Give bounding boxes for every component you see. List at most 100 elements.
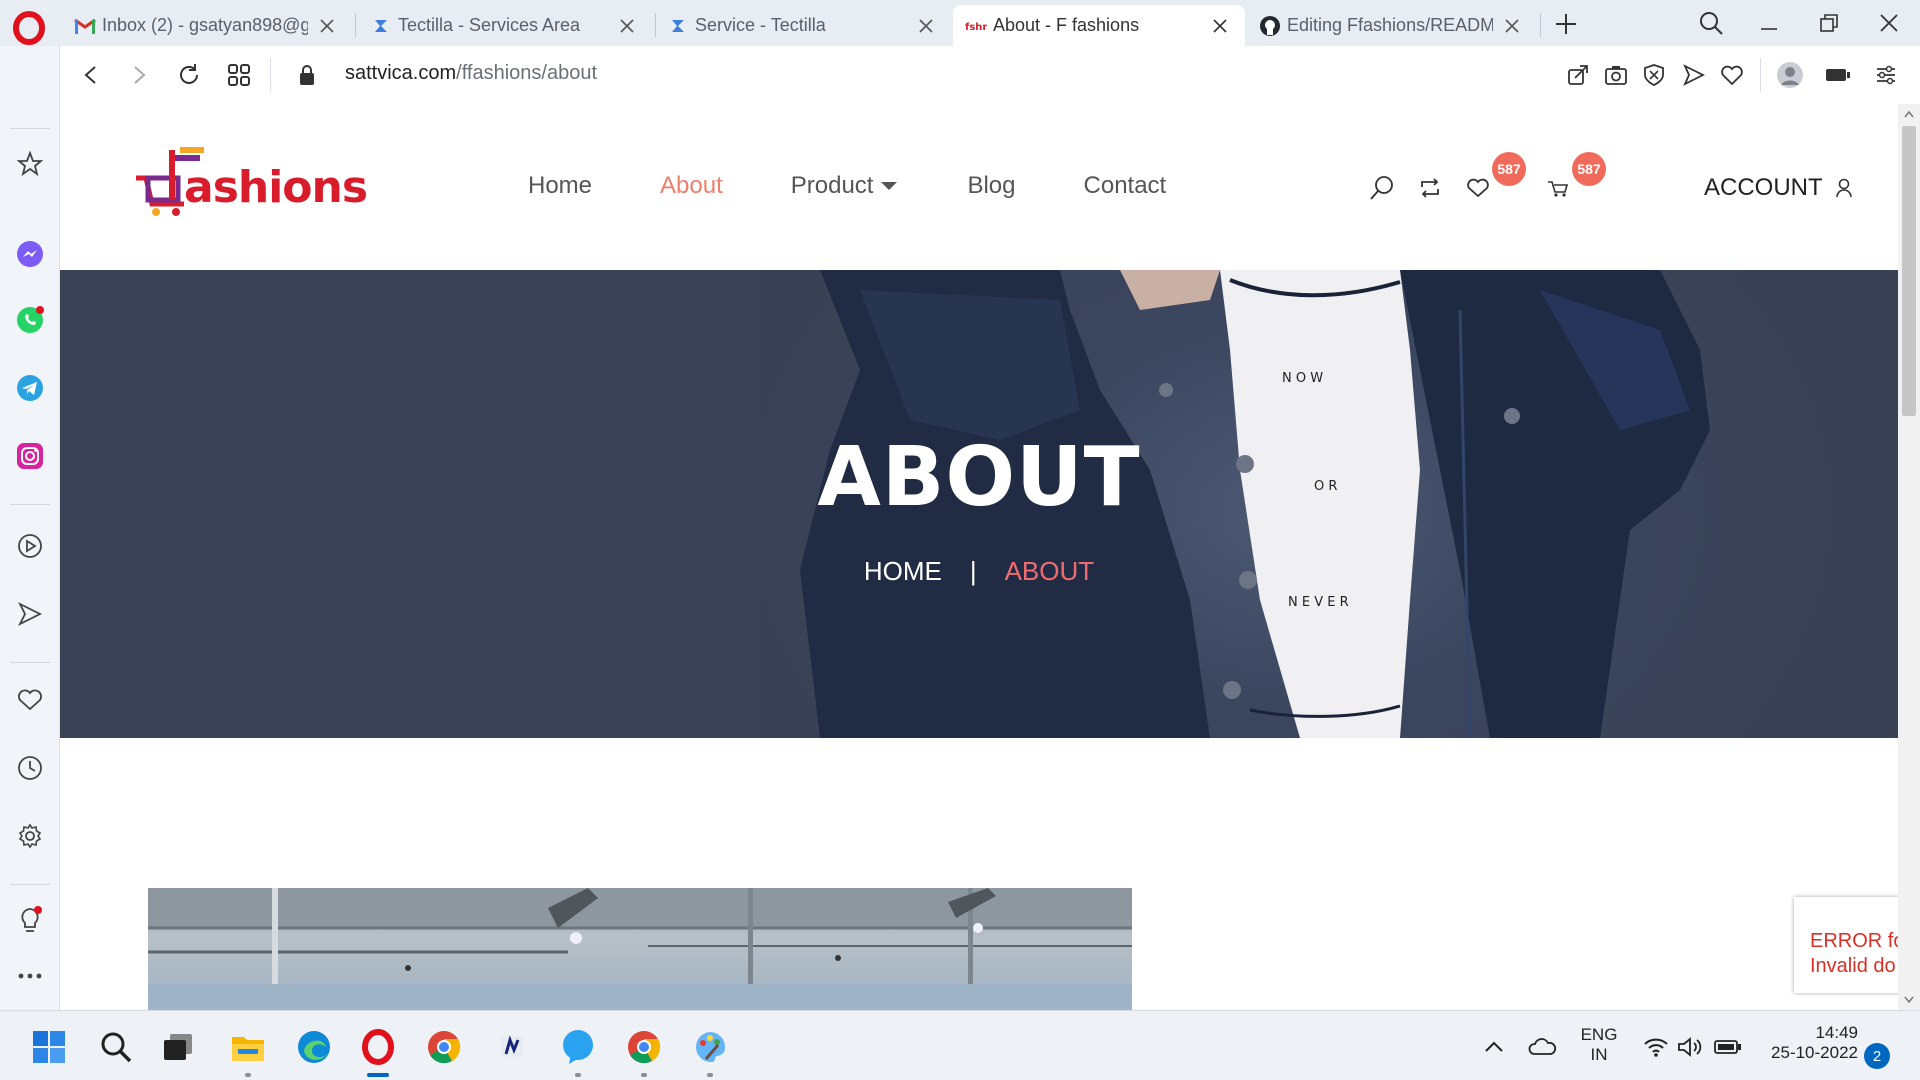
nav-contact[interactable]: Contact <box>1084 172 1167 200</box>
opera-taskbar-icon[interactable] <box>358 1027 398 1067</box>
tab-tectilla-service[interactable]: Service - Tectilla <box>655 5 951 46</box>
close-icon[interactable] <box>915 15 937 37</box>
url-field[interactable]: sattvica.com/ffashions/about <box>345 62 597 85</box>
back-icon[interactable] <box>76 60 106 90</box>
url-host: sattvica.com <box>345 62 457 84</box>
profile-avatar-icon[interactable] <box>1776 61 1804 89</box>
active-app-indicator <box>367 1073 389 1077</box>
reload-icon[interactable] <box>174 60 204 90</box>
history-clock-icon[interactable] <box>14 752 46 784</box>
scroll-up-arrow-icon[interactable] <box>1903 108 1915 120</box>
notification-count-badge[interactable]: 2 <box>1864 1043 1890 1069</box>
gmail-icon <box>74 15 96 37</box>
user-icon <box>1835 178 1852 198</box>
restore-icon[interactable] <box>1814 8 1844 38</box>
main-nav: Home About Product Blog Contact <box>528 172 1234 200</box>
windows-start-icon[interactable] <box>29 1027 69 1067</box>
ffashions-logo[interactable]: ashions <box>134 142 368 222</box>
running-indicator <box>707 1073 713 1077</box>
instagram-icon[interactable] <box>14 440 46 472</box>
hero-title: ABOUT <box>817 430 1141 525</box>
app-tile-icon[interactable] <box>492 1027 532 1067</box>
flow-send-icon[interactable] <box>14 598 46 630</box>
tab-search-icon[interactable] <box>1696 8 1726 38</box>
bookmark-heart-icon[interactable] <box>1718 61 1746 89</box>
ffashions-icon: fshn <box>965 15 987 37</box>
close-icon[interactable] <box>1209 15 1231 37</box>
camera-icon[interactable] <box>1602 61 1630 89</box>
battery-saver-icon[interactable] <box>1824 61 1852 89</box>
nav-blog[interactable]: Blog <box>967 172 1015 200</box>
region-code: IN <box>1590 1045 1608 1064</box>
opera-logo-icon[interactable] <box>12 10 48 46</box>
settings-gear-icon[interactable] <box>14 820 46 852</box>
site-header: ashions Home About Product Blog Contact … <box>60 104 1898 270</box>
chat-bubble-app-icon[interactable] <box>558 1027 598 1067</box>
speed-dial-star-icon[interactable] <box>14 148 46 180</box>
search-icon[interactable] <box>1366 172 1398 204</box>
volume-icon[interactable] <box>1670 1027 1710 1067</box>
share-icon[interactable] <box>1564 61 1592 89</box>
tabs-grid-icon[interactable] <box>224 60 254 90</box>
github-icon <box>1259 15 1281 37</box>
bookmarks-heart-icon[interactable] <box>14 684 46 716</box>
tab-about-ffashions[interactable]: fshn About - F fashions <box>953 5 1245 46</box>
new-tab-plus-icon[interactable] <box>1552 10 1580 38</box>
file-explorer-icon[interactable] <box>228 1027 268 1067</box>
scrollbar-thumb[interactable] <box>1902 126 1916 416</box>
running-indicator <box>245 1073 251 1077</box>
close-icon[interactable] <box>316 15 338 37</box>
cart-icon[interactable] <box>1542 172 1574 204</box>
close-icon[interactable] <box>616 15 638 37</box>
tab-title: Service - Tectilla <box>695 15 826 35</box>
account-link[interactable]: ACCOUNT <box>1704 174 1853 202</box>
edge-icon[interactable] <box>294 1027 334 1067</box>
send-icon[interactable] <box>1680 61 1708 89</box>
easy-setup-icon[interactable] <box>1872 61 1900 89</box>
onedrive-cloud-icon[interactable] <box>1522 1027 1562 1067</box>
tab-github-readme[interactable]: Editing Ffashions/README <box>1247 5 1537 46</box>
player-icon[interactable] <box>14 530 46 562</box>
address-bar: sattvica.com/ffashions/about <box>60 46 1920 104</box>
adblock-shield-icon[interactable] <box>1640 61 1668 89</box>
compare-icon[interactable] <box>1414 172 1446 204</box>
sidebar-divider <box>10 128 50 129</box>
lock-icon[interactable] <box>292 60 322 90</box>
tips-lightbulb-icon[interactable] <box>14 904 46 936</box>
nav-home[interactable]: Home <box>528 172 592 200</box>
battery-icon[interactable] <box>1708 1027 1748 1067</box>
svg-text:fshn: fshn <box>965 22 987 33</box>
recaptcha-error-widget[interactable]: ERROR fo Invalid do <box>1794 897 1898 993</box>
page-scrollbar[interactable] <box>1898 104 1920 1010</box>
wishlist-heart-icon[interactable] <box>1462 172 1494 204</box>
chrome-icon[interactable] <box>424 1027 464 1067</box>
toolbar-divider <box>1760 58 1761 92</box>
clock[interactable]: 14:49 25-10-2022 <box>1754 1023 1858 1063</box>
taskbar-search-icon[interactable] <box>96 1027 136 1067</box>
tectilla-icon <box>667 15 689 37</box>
forward-icon[interactable] <box>124 60 154 90</box>
nav-about[interactable]: About <box>660 172 723 200</box>
sidebar-divider <box>10 662 50 663</box>
breadcrumb-home-link[interactable]: HOME <box>864 556 942 587</box>
telegram-icon[interactable] <box>14 372 46 404</box>
clock-time: 14:49 <box>1815 1023 1858 1042</box>
logo-text: ashions <box>184 162 368 213</box>
scroll-down-arrow-icon[interactable] <box>1903 994 1915 1006</box>
chrome-profile-icon[interactable] <box>624 1027 664 1067</box>
messenger-icon[interactable] <box>14 238 46 270</box>
tab-title: Inbox (2) - gsatyan898@gr <box>102 15 308 35</box>
window-close-icon[interactable] <box>1874 8 1904 38</box>
language-indicator[interactable]: ENG IN <box>1576 1025 1622 1065</box>
nav-product[interactable]: Product <box>791 172 900 200</box>
nav-product-label: Product <box>790 172 874 199</box>
whatsapp-icon[interactable] <box>14 304 46 336</box>
paint-palette-icon[interactable] <box>690 1027 730 1067</box>
more-options-icon[interactable] <box>14 960 46 992</box>
close-icon[interactable] <box>1501 15 1523 37</box>
task-view-icon[interactable] <box>158 1027 198 1067</box>
tray-chevron-up-icon[interactable] <box>1474 1027 1514 1067</box>
tab-gmail[interactable]: Inbox (2) - gsatyan898@gr <box>62 5 352 46</box>
tab-tectilla-services[interactable]: Tectilla - Services Area <box>358 5 652 46</box>
minimize-icon[interactable] <box>1754 8 1784 38</box>
